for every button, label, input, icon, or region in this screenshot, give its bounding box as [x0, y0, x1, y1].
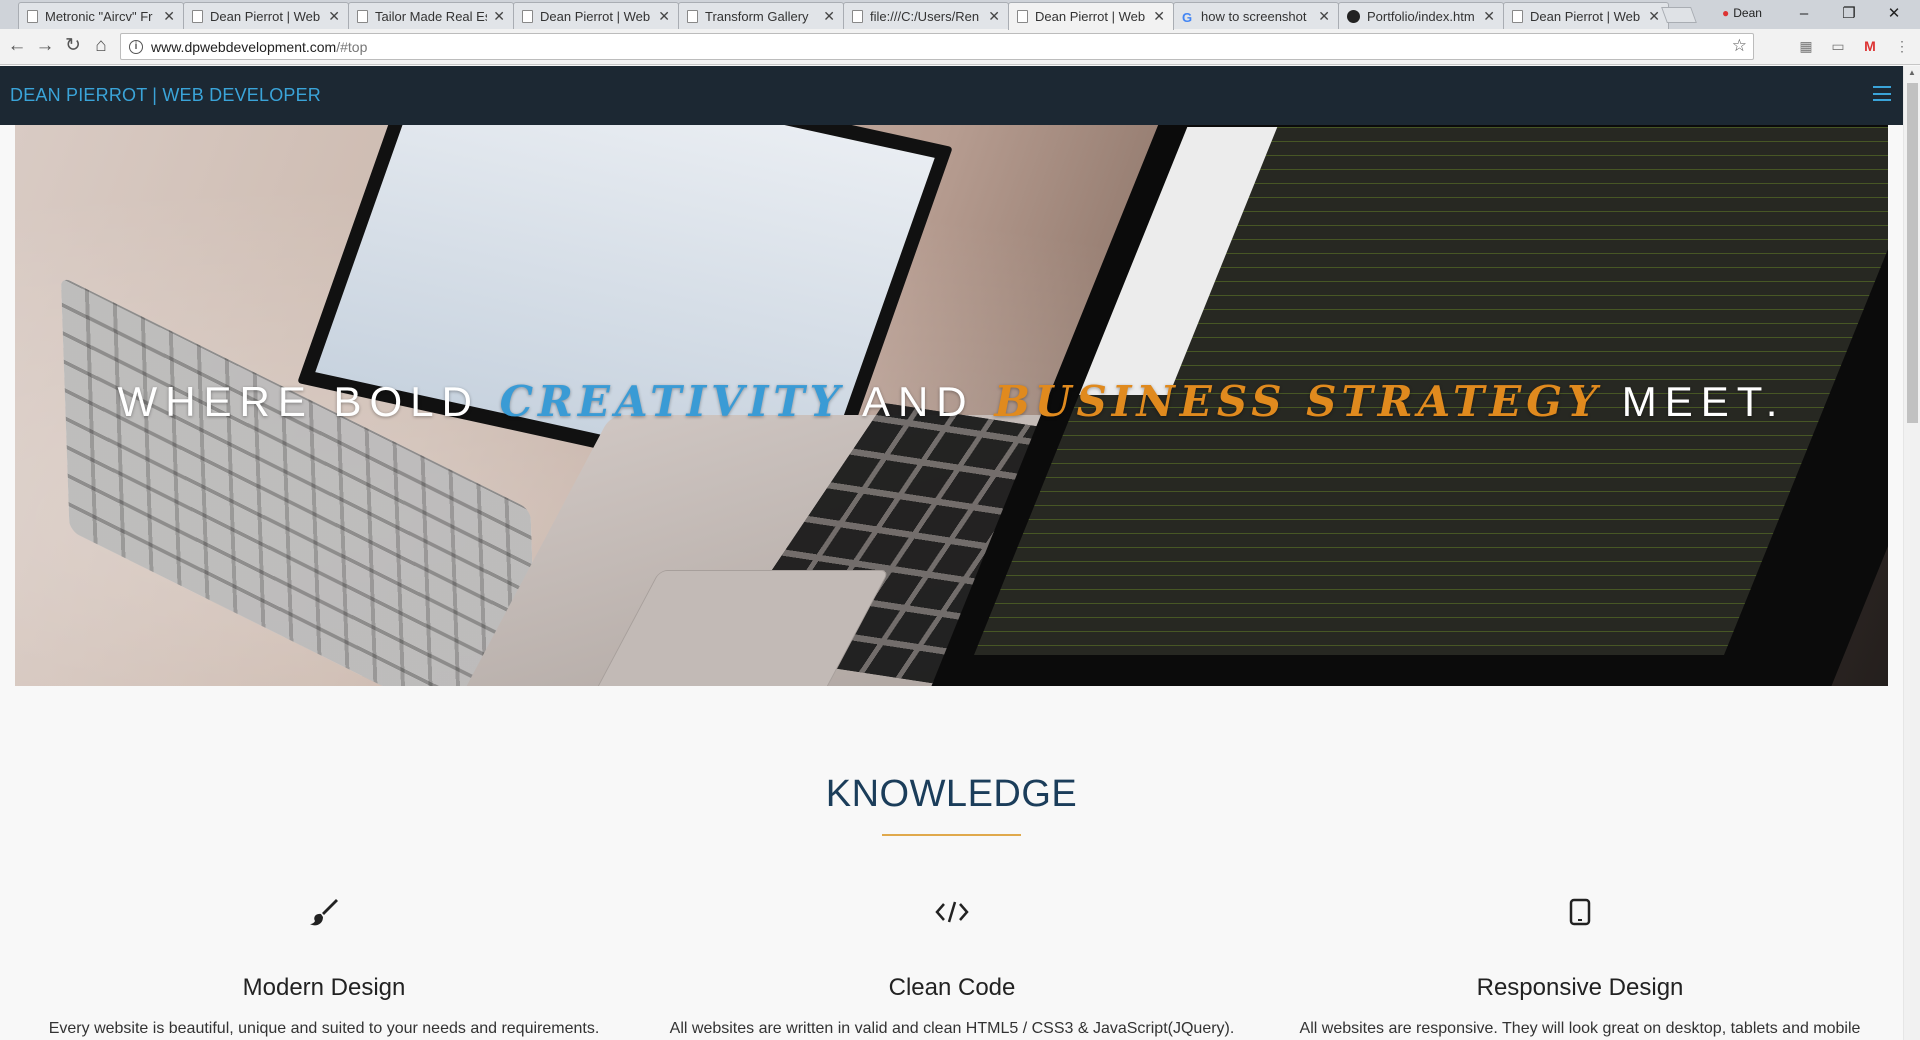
knowledge-title: KNOWLEDGE: [825, 773, 1078, 815]
scrollbar-thumb[interactable]: [1907, 83, 1918, 423]
restore-icon[interactable]: ❐: [1829, 3, 1869, 25]
tab-title: Dean Pierrot | Web: [1035, 9, 1146, 24]
page-icon: [192, 9, 203, 23]
close-tab-icon[interactable]: ✕: [493, 8, 505, 25]
hero-text-part: MEET.: [1602, 378, 1786, 425]
close-tab-icon[interactable]: ✕: [1483, 8, 1495, 25]
tab-title: Tailor Made Real Es: [375, 8, 488, 24]
title-divider: [882, 834, 1021, 836]
gmail-icon[interactable]: M: [1860, 36, 1880, 56]
hero-highlight-creativity: CREATIVITY: [499, 377, 845, 426]
close-window-icon[interactable]: ✕: [1874, 3, 1914, 25]
tab-title: file:///C:/Users/Ren: [870, 8, 980, 24]
browser-tab[interactable]: Dean Pierrot | Web ✕: [513, 2, 679, 29]
minimize-icon[interactable]: –: [1784, 3, 1824, 25]
knowledge-item-modern-design: Modern Design Every website is beautiful…: [14, 892, 634, 1038]
page-icon: [357, 9, 368, 23]
profile-button[interactable]: ● Dean: [1722, 6, 1762, 20]
close-tab-icon[interactable]: ✕: [1318, 8, 1330, 25]
menu-icon[interactable]: ⋮: [1892, 36, 1912, 56]
knowledge-item-clean-code: Clean Code All websites are written in v…: [642, 892, 1262, 1038]
hero-text-part: WHERE BOLD: [117, 378, 500, 425]
tab-title: Dean Pierrot | Web: [1530, 8, 1641, 24]
url-host: www.dpwebdevelopment.com: [151, 38, 337, 55]
browser-tab[interactable]: Dean Pierrot | Web ✕: [183, 2, 349, 29]
tab-title: Portfolio/index.htm: [1367, 8, 1475, 24]
browser-tab[interactable]: Tailor Made Real Es ✕: [348, 2, 514, 29]
page-icon: [687, 9, 698, 23]
close-tab-icon[interactable]: ✕: [163, 8, 175, 25]
browser-tab-strip: Metronic "Aircv" Fr ✕ Dean Pierrot | Web ✕…: [0, 0, 1920, 30]
knowledge-item-responsive-design: Responsive Design All websites are respo…: [1270, 892, 1890, 1038]
extension-icon[interactable]: ▦: [1796, 36, 1816, 56]
knowledge-heading: Clean Code: [888, 974, 1016, 1001]
browser-tab[interactable]: Dean Pierrot | Web ✕: [1503, 2, 1669, 29]
hero-highlight-business-strategy: BUSINESS STRATEGY: [994, 377, 1603, 426]
close-tab-icon[interactable]: ✕: [988, 8, 1000, 25]
browser-tab[interactable]: Ghow to screenshot ✕: [1173, 2, 1339, 29]
knowledge-heading: Responsive Design: [1476, 974, 1684, 1001]
site-brand[interactable]: DEAN PIERROT | WEB DEVELOPER: [10, 85, 321, 106]
tab-title: how to screenshot: [1201, 8, 1307, 24]
browser-tab[interactable]: Portfolio/index.htm ✕: [1338, 2, 1504, 29]
knowledge-text: Every website is beautiful, unique and s…: [48, 1020, 600, 1037]
tab-title: Transform Gallery: [705, 8, 809, 24]
google-icon: G: [1182, 9, 1193, 25]
site-navbar: DEAN PIERROT | WEB DEVELOPER: [0, 66, 1903, 125]
cast-icon[interactable]: ▭: [1828, 36, 1848, 56]
close-tab-icon[interactable]: ✕: [823, 8, 835, 25]
scroll-up-icon[interactable]: ▲: [1908, 68, 1916, 77]
page-icon: [1512, 9, 1523, 23]
github-icon: [1347, 9, 1360, 23]
browser-tab-active[interactable]: Dean Pierrot | Web ✕: [1008, 2, 1174, 30]
tab-title: Metronic "Aircv" Fr: [45, 8, 153, 24]
profile-icon: ●: [1722, 6, 1730, 20]
page-icon: [522, 9, 533, 23]
close-tab-icon[interactable]: ✕: [1648, 8, 1660, 25]
close-tab-icon[interactable]: ✕: [658, 8, 670, 25]
close-tab-icon[interactable]: ✕: [328, 8, 340, 25]
hamburger-menu-icon[interactable]: [1873, 86, 1891, 101]
reload-icon[interactable]: ↻: [62, 35, 84, 57]
page-viewport: DEAN PIERROT | WEB DEVELOPER WHERE BOLD …: [0, 66, 1920, 1040]
knowledge-text: All websites are written in valid and cl…: [669, 1020, 1235, 1037]
browser-tab[interactable]: file:///C:/Users/Ren ✕: [843, 2, 1009, 29]
page-icon: [852, 9, 863, 23]
hero-headline: WHERE BOLD CREATIVITY AND BUSINESS STRAT…: [0, 372, 1903, 432]
info-icon[interactable]: i: [129, 39, 143, 54]
address-bar[interactable]: i www.dpwebdevelopment.com/#top ☆: [120, 33, 1754, 60]
code-icon: [642, 892, 1262, 932]
browser-tab[interactable]: Transform Gallery ✕: [678, 2, 844, 29]
forward-icon[interactable]: →: [34, 35, 56, 57]
page-icon: [1017, 10, 1028, 23]
hero-text-part: AND: [844, 378, 995, 425]
home-icon[interactable]: ⌂: [90, 35, 112, 57]
bookmark-star-icon[interactable]: ☆: [1732, 36, 1747, 56]
page-scrollbar[interactable]: ▲: [1903, 66, 1920, 1040]
page-icon: [27, 9, 38, 23]
profile-name: Dean: [1733, 6, 1762, 20]
browser-toolbar: ← → ↻ ⌂ i www.dpwebdevelopment.com/#top …: [0, 29, 1920, 65]
back-icon[interactable]: ←: [6, 35, 28, 57]
knowledge-heading: Modern Design: [242, 974, 406, 1001]
new-tab-button[interactable]: [1661, 7, 1697, 23]
browser-tab[interactable]: Metronic "Aircv" Fr ✕: [18, 2, 184, 29]
tab-title: Dean Pierrot | Web: [210, 8, 321, 24]
tablet-icon: [1270, 892, 1890, 932]
paintbrush-icon: [14, 892, 634, 932]
url-path: /#top: [336, 38, 368, 55]
tab-title: Dean Pierrot | Web: [540, 8, 651, 24]
close-tab-icon[interactable]: ✕: [1153, 8, 1165, 25]
knowledge-text: All websites are responsive. They will l…: [1299, 1020, 1861, 1037]
